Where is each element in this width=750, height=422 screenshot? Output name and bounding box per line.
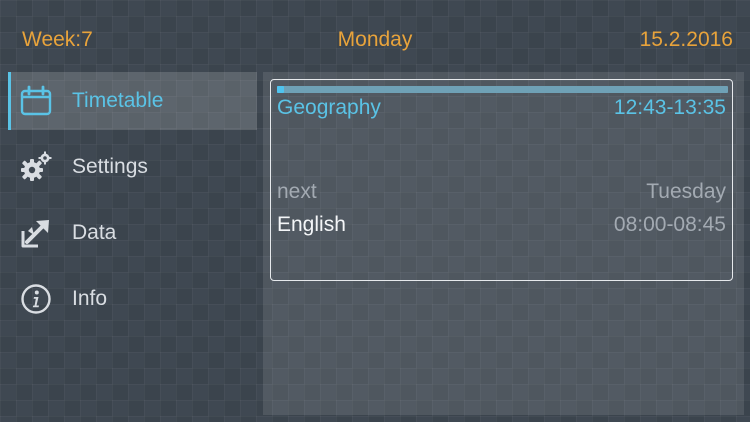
day-label: Monday [337, 28, 413, 51]
current-time: 12:43-13:35 [613, 96, 726, 119]
lesson-progress-bar [277, 86, 728, 93]
sidebar-item-label: Data [72, 221, 117, 244]
sidebar: Timetable Settings Data Info [0, 70, 258, 422]
sidebar-item-info[interactable]: Info [8, 270, 257, 328]
sidebar-item-label: Timetable [72, 89, 164, 112]
sidebar-item-settings[interactable]: Settings [8, 138, 257, 196]
current-subject: Geography [277, 96, 381, 119]
lesson-progress-fill [277, 86, 284, 93]
next-day: Tuesday [646, 180, 726, 203]
next-time: 08:00-08:45 [613, 213, 726, 236]
sidebar-item-label: Info [72, 287, 108, 310]
export-arrow-icon [20, 217, 52, 249]
sidebar-item-label: Settings [72, 155, 148, 178]
info-icon [20, 283, 52, 315]
header-bar: Week:7 Monday 15.2.2016 [0, 0, 750, 80]
next-label: next [277, 180, 317, 203]
date-label: 15.2.2016 [639, 28, 733, 51]
sidebar-item-timetable[interactable]: Timetable [8, 72, 257, 130]
lesson-card: Geography 12:43-13:35 next Tuesday Engli… [270, 79, 733, 281]
gears-icon [20, 151, 52, 183]
calendar-icon [20, 85, 52, 117]
sidebar-item-data[interactable]: Data [8, 204, 257, 262]
next-subject: English [277, 213, 346, 236]
main-panel: Geography 12:43-13:35 next Tuesday Engli… [263, 72, 744, 415]
